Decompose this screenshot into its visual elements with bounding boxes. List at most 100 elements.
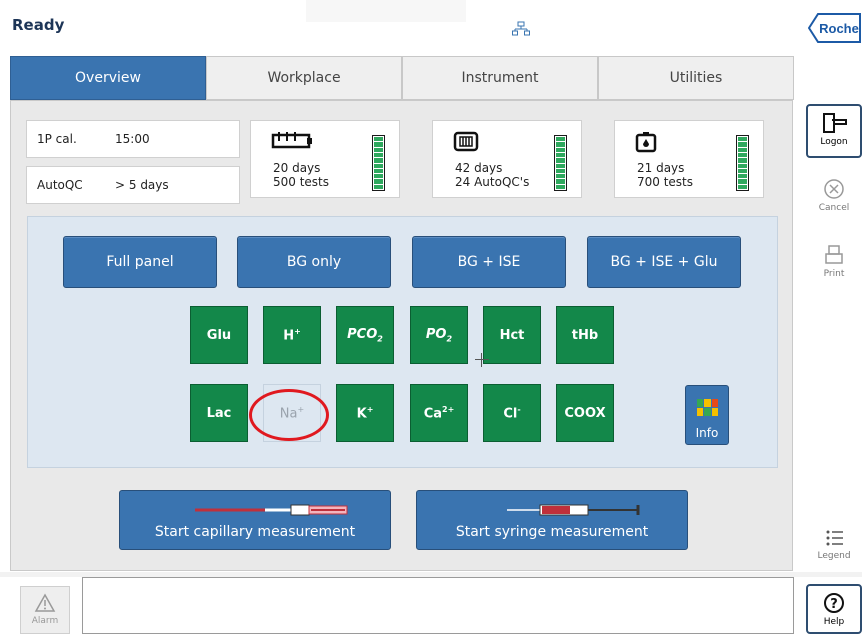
print-button[interactable]: Print bbox=[806, 244, 862, 286]
level-segment bbox=[374, 184, 383, 189]
level-segment bbox=[374, 137, 383, 142]
level-segment bbox=[738, 168, 747, 174]
level-segment bbox=[738, 142, 747, 147]
logon-label: Logon bbox=[820, 137, 848, 147]
level-segment bbox=[556, 152, 565, 158]
legend-button[interactable]: Legend bbox=[806, 528, 862, 570]
param-k[interactable]: K+ bbox=[336, 384, 394, 442]
level-segment bbox=[738, 137, 747, 142]
level-segment bbox=[374, 147, 383, 152]
capillary-icon bbox=[120, 503, 390, 517]
tab-overview[interactable]: Overview bbox=[10, 56, 206, 100]
param-hct-label: Hct bbox=[499, 327, 525, 343]
level-segment bbox=[738, 163, 747, 168]
level-segment bbox=[738, 152, 747, 158]
level-segment bbox=[556, 163, 565, 168]
autoqc-status: AutoQC > 5 days bbox=[26, 166, 240, 204]
calibration-status: 1P cal. 15:00 bbox=[26, 120, 240, 158]
param-cl-label: Cl- bbox=[503, 404, 521, 422]
alarm-button[interactable]: Alarm bbox=[20, 586, 70, 634]
solution-days: 21 days bbox=[637, 161, 685, 175]
alarm-icon bbox=[21, 593, 69, 616]
legend-icon bbox=[806, 528, 862, 551]
syringe-icon bbox=[417, 503, 687, 517]
param-glu-label: Glu bbox=[206, 327, 232, 343]
roche-logo: Roche bbox=[807, 12, 862, 48]
solution-pack-status[interactable]: 21 days 700 tests bbox=[614, 120, 764, 198]
alarm-label: Alarm bbox=[31, 616, 59, 626]
qc-cartridge-icon bbox=[453, 131, 481, 157]
param-thb[interactable]: tHb bbox=[556, 306, 614, 364]
sensor-cartridge-status[interactable]: 20 days 500 tests bbox=[250, 120, 400, 198]
level-segment bbox=[556, 179, 565, 184]
level-segment bbox=[374, 142, 383, 147]
solution-level-meter bbox=[736, 135, 749, 191]
tab-utilities[interactable]: Utilities bbox=[598, 56, 794, 100]
param-lac[interactable]: Lac bbox=[190, 384, 248, 442]
param-h[interactable]: H+ bbox=[263, 306, 321, 364]
param-cl[interactable]: Cl- bbox=[483, 384, 541, 442]
param-po2-label: PO2 bbox=[425, 326, 453, 344]
calibration-value: 15:00 bbox=[115, 132, 150, 146]
color-grid-icon bbox=[697, 399, 718, 416]
level-segment bbox=[374, 163, 383, 168]
full-panel-button[interactable]: Full panel bbox=[63, 236, 217, 288]
start-syringe-button[interactable]: Start syringe measurement bbox=[416, 490, 688, 550]
param-po2[interactable]: PO2 bbox=[410, 306, 468, 364]
level-segment bbox=[374, 152, 383, 158]
sensor-level-meter bbox=[372, 135, 385, 191]
param-pco2-label: PCO2 bbox=[347, 326, 383, 344]
level-segment bbox=[738, 184, 747, 189]
start-capillary-button[interactable]: Start capillary measurement bbox=[119, 490, 391, 550]
param-pco2[interactable]: PCO2 bbox=[336, 306, 394, 364]
param-ca-label: Ca2+ bbox=[423, 404, 455, 422]
solution-tests: 700 tests bbox=[637, 175, 694, 189]
level-segment bbox=[556, 158, 565, 163]
param-h-label: H+ bbox=[283, 326, 301, 344]
level-segment bbox=[738, 174, 747, 179]
print-icon bbox=[806, 244, 862, 269]
level-segment bbox=[556, 184, 565, 189]
param-ca[interactable]: Ca2+ bbox=[410, 384, 468, 442]
level-segment bbox=[556, 137, 565, 142]
bg-only-button[interactable]: BG only bbox=[237, 236, 391, 288]
logon-button[interactable]: Logon bbox=[806, 104, 862, 158]
print-label: Print bbox=[823, 269, 845, 279]
param-hct[interactable]: Hct bbox=[483, 306, 541, 364]
app-window: Ready Roche Overview Workplace Instrumen… bbox=[0, 0, 862, 634]
cancel-button[interactable]: Cancel bbox=[806, 178, 862, 220]
crosshair-cursor bbox=[475, 353, 489, 367]
param-glu[interactable]: Glu bbox=[190, 306, 248, 364]
level-segment bbox=[738, 179, 747, 184]
param-coox[interactable]: COOX bbox=[556, 384, 614, 442]
highlight-circle bbox=[249, 389, 329, 441]
level-segment bbox=[738, 147, 747, 152]
cancel-label: Cancel bbox=[818, 203, 850, 213]
bg-ise-glu-button[interactable]: BG + ISE + Glu bbox=[587, 236, 741, 288]
bg-ise-button[interactable]: BG + ISE bbox=[412, 236, 566, 288]
tab-instrument[interactable]: Instrument bbox=[402, 56, 598, 100]
svg-text:Roche: Roche bbox=[819, 21, 859, 36]
qc-tests: 24 AutoQC's bbox=[455, 175, 530, 189]
sensor-tests: 500 tests bbox=[273, 175, 330, 189]
solution-pack-icon bbox=[635, 131, 657, 157]
info-button[interactable]: Info bbox=[685, 385, 729, 445]
level-segment bbox=[374, 158, 383, 163]
level-segment bbox=[556, 147, 565, 152]
legend-label: Legend bbox=[817, 551, 851, 561]
start-syringe-label: Start syringe measurement bbox=[455, 524, 649, 540]
help-button[interactable]: ? Help bbox=[806, 584, 862, 634]
calibration-label: 1P cal. bbox=[37, 132, 77, 146]
param-k-label: K+ bbox=[356, 404, 374, 422]
qc-level-meter bbox=[554, 135, 567, 191]
sensor-days: 20 days bbox=[273, 161, 321, 175]
qc-cartridge-status[interactable]: 42 days 24 AutoQC's bbox=[432, 120, 582, 198]
status-text: Ready bbox=[12, 16, 65, 34]
tab-workplace[interactable]: Workplace bbox=[206, 56, 402, 100]
level-segment bbox=[556, 168, 565, 174]
qc-days: 42 days bbox=[455, 161, 503, 175]
param-coox-label: COOX bbox=[564, 405, 606, 421]
cancel-icon bbox=[806, 178, 862, 203]
logon-icon bbox=[808, 112, 860, 137]
level-segment bbox=[374, 168, 383, 174]
